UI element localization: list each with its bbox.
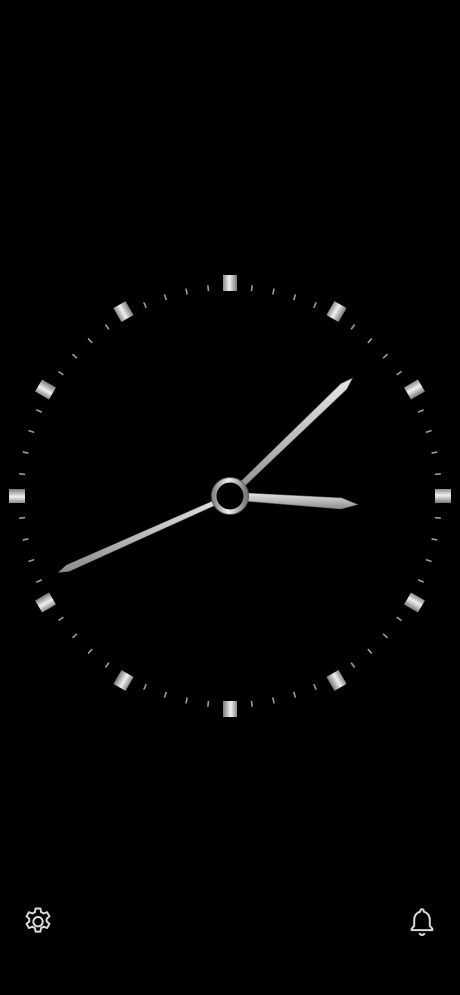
minute-tick bbox=[417, 579, 424, 583]
minute-tick bbox=[396, 616, 402, 622]
minute-tick bbox=[58, 616, 64, 622]
minute-tick bbox=[28, 558, 35, 563]
settings-button[interactable] bbox=[18, 902, 58, 942]
minute-tick bbox=[143, 683, 147, 690]
minute-tick bbox=[28, 429, 35, 434]
minute-tick bbox=[143, 302, 147, 309]
hour-marker bbox=[223, 275, 237, 291]
minute-tick bbox=[58, 370, 64, 376]
minute-tick bbox=[350, 324, 356, 330]
bell-icon bbox=[410, 908, 434, 937]
hour-marker bbox=[404, 379, 425, 400]
hour-marker bbox=[326, 301, 347, 322]
minute-tick bbox=[163, 294, 168, 301]
minute-tick bbox=[434, 473, 441, 476]
minute-tick bbox=[250, 700, 253, 707]
minute-tick bbox=[431, 538, 438, 541]
minute-tick bbox=[350, 662, 356, 668]
minute-tick bbox=[185, 288, 188, 295]
minute-tick bbox=[431, 451, 438, 454]
second-hand bbox=[57, 493, 232, 573]
minute-tick bbox=[313, 683, 317, 690]
minute-tick bbox=[71, 353, 78, 359]
minute-tick bbox=[382, 353, 389, 359]
minute-tick bbox=[207, 285, 210, 292]
hour-marker bbox=[9, 489, 25, 503]
analog-clock-face bbox=[9, 275, 451, 717]
minute-tick bbox=[434, 516, 441, 519]
minute-tick bbox=[87, 337, 93, 344]
minute-tick bbox=[425, 429, 432, 434]
minute-tick bbox=[104, 662, 110, 668]
minute-tick bbox=[36, 579, 43, 583]
hour-marker bbox=[35, 379, 56, 400]
minute-tick bbox=[382, 633, 389, 639]
minute-tick bbox=[425, 558, 432, 563]
minute-tick bbox=[367, 648, 373, 655]
clock-screen bbox=[0, 0, 460, 995]
hour-marker bbox=[113, 670, 134, 691]
minute-tick bbox=[272, 288, 275, 295]
minute-tick bbox=[22, 451, 29, 454]
hour-marker bbox=[435, 489, 451, 503]
minute-tick bbox=[87, 648, 93, 655]
hour-marker bbox=[35, 592, 56, 613]
minute-tick bbox=[71, 633, 78, 639]
clock-center-hub bbox=[211, 477, 249, 515]
hour-marker bbox=[223, 701, 237, 717]
minute-tick bbox=[207, 700, 210, 707]
hour-marker bbox=[326, 670, 347, 691]
minute-tick bbox=[292, 294, 297, 301]
minute-tick bbox=[22, 538, 29, 541]
minute-tick bbox=[36, 409, 43, 413]
minute-hand bbox=[227, 377, 354, 499]
minute-tick bbox=[19, 473, 26, 476]
minute-tick bbox=[185, 697, 188, 704]
minute-tick bbox=[292, 691, 297, 698]
minute-tick bbox=[272, 697, 275, 704]
minute-tick bbox=[163, 691, 168, 698]
alarm-button[interactable] bbox=[402, 902, 442, 942]
minute-tick bbox=[396, 370, 402, 376]
hour-marker bbox=[113, 301, 134, 322]
gear-icon bbox=[25, 907, 51, 933]
minute-tick bbox=[104, 324, 110, 330]
clock-hands bbox=[57, 377, 359, 573]
hour-marker bbox=[404, 592, 425, 613]
minute-tick bbox=[313, 302, 317, 309]
minute-tick bbox=[250, 285, 253, 292]
minute-tick bbox=[19, 516, 26, 519]
minute-tick bbox=[417, 409, 424, 413]
minute-tick bbox=[367, 337, 373, 344]
